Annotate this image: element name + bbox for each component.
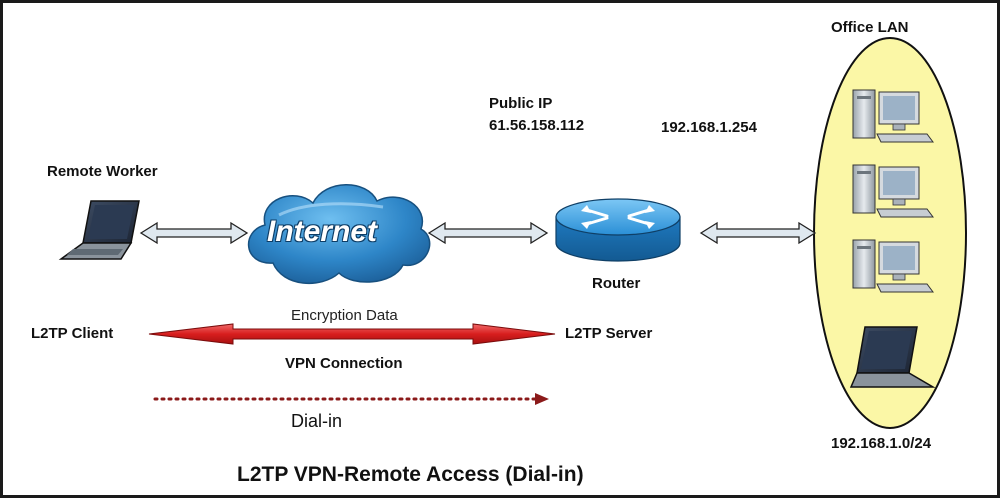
- vpn-tunnel-arrow: [148, 323, 556, 345]
- diagram-title: L2TP VPN-Remote Access (Dial-in): [237, 463, 584, 486]
- office-lan-subnet: 192.168.1.0/24: [831, 435, 932, 452]
- public-ip-value: 61.56.158.112: [489, 117, 585, 134]
- link-internet-router-arrow: [427, 221, 549, 245]
- remote-worker-label: Remote Worker: [47, 163, 158, 180]
- diagram-graphics: [58, 37, 967, 429]
- router-icon: [555, 198, 681, 262]
- l2tp-client-label: L2TP Client: [31, 325, 114, 342]
- router-label: Router: [592, 275, 641, 292]
- dialin-dotted-arrow: [153, 393, 549, 405]
- link-laptop-internet-arrow: [139, 221, 249, 245]
- internet-label: Internet: [267, 215, 378, 248]
- dialin-label: Dial-in: [291, 411, 343, 431]
- public-ip-label: Public IP: [489, 95, 553, 112]
- remote-worker-laptop-icon: [58, 200, 140, 260]
- diagram-canvas: Office LAN Public IP 61.56.158.112 192.1…: [0, 0, 1000, 498]
- vpn-connection-label: VPN Connection: [285, 355, 403, 372]
- encryption-data-label: Encryption Data: [291, 307, 398, 324]
- link-router-lan-arrow: [699, 221, 817, 245]
- router-lan-ip: 192.168.1.254: [661, 119, 757, 136]
- l2tp-server-label: L2TP Server: [565, 325, 653, 342]
- office-lan-label: Office LAN: [831, 19, 909, 36]
